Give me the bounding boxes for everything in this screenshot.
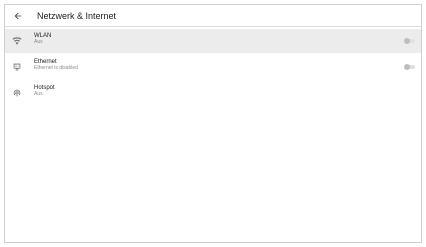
hotspot-status: Aus: [34, 91, 43, 97]
settings-window: Netzwerk & Internet WLAN Aus Ethernet Et…: [4, 4, 422, 243]
hotspot-icon: [11, 87, 23, 99]
wlan-row[interactable]: WLAN Aus: [5, 29, 421, 53]
ethernet-row[interactable]: Ethernet Ethernet is disabled: [5, 55, 421, 79]
wlan-toggle[interactable]: [404, 38, 415, 44]
hotspot-row[interactable]: Hotspot Aus: [5, 81, 421, 105]
ethernet-status: Ethernet is disabled: [34, 65, 78, 71]
ethernet-toggle-thumb: [404, 64, 410, 70]
back-button[interactable]: [10, 8, 26, 24]
page-title: Netzwerk & Internet: [37, 11, 117, 21]
wlan-toggle-thumb: [404, 38, 410, 44]
ethernet-toggle[interactable]: [404, 64, 415, 70]
app-bar: Netzwerk & Internet: [5, 5, 421, 27]
ethernet-icon: [11, 61, 23, 73]
arrow-left-icon: [14, 12, 22, 20]
wlan-status: Aus: [34, 39, 43, 45]
wifi-icon: [11, 35, 23, 47]
